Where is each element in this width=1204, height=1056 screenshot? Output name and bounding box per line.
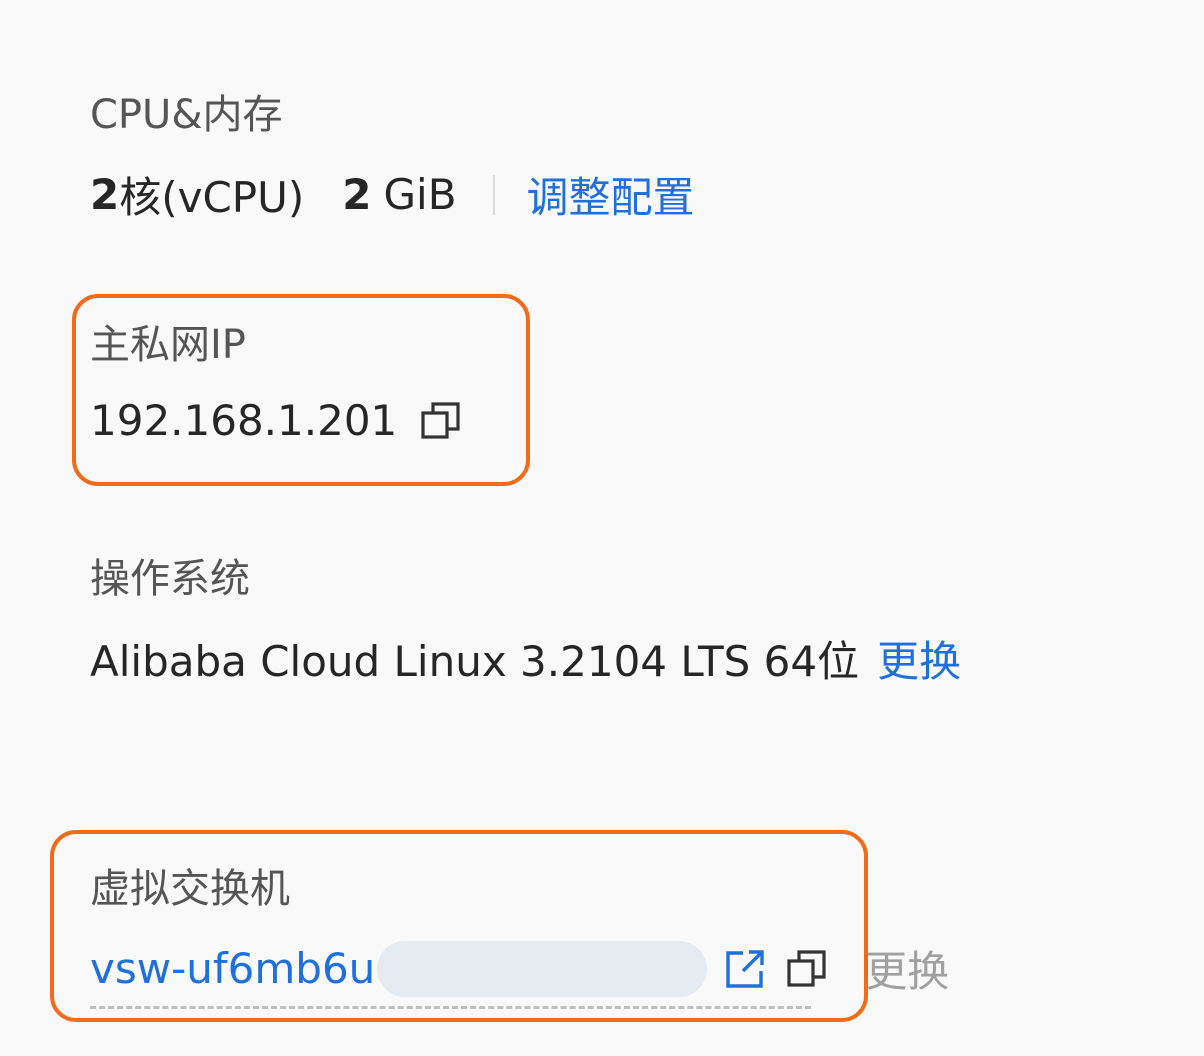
copy-icon[interactable] <box>419 399 463 443</box>
private-ip-label: 主私网IP <box>90 322 246 368</box>
os-change-link[interactable]: 更换 <box>877 628 961 689</box>
redacted-area <box>377 940 708 997</box>
cpu-memory-value: 2 核(vCPU) 2 GiB 调整配置 <box>90 164 695 225</box>
vswitch-row: vsw-uf6mb6u 更换 <box>90 938 949 1009</box>
private-ip-row: 192.168.1.201 <box>90 396 463 445</box>
vswitch-label: 虚拟交换机 <box>90 866 290 912</box>
copy-icon[interactable] <box>785 947 829 991</box>
private-ip-value: 192.168.1.201 <box>90 396 398 445</box>
adjust-config-link[interactable]: 调整配置 <box>527 164 695 225</box>
memory-unit: GiB <box>383 170 457 219</box>
vswitch-change-button[interactable]: 更换 <box>865 938 949 999</box>
os-value: Alibaba Cloud Linux 3.2104 LTS 64位 <box>90 637 860 686</box>
cpu-cores: 2 <box>90 170 120 219</box>
divider <box>492 174 495 215</box>
os-row: Alibaba Cloud Linux 3.2104 LTS 64位 更换 <box>90 628 961 689</box>
memory-size: 2 <box>342 170 372 219</box>
os-label: 操作系统 <box>90 556 250 602</box>
vswitch-id[interactable]: vsw-uf6mb6u <box>90 944 375 993</box>
cpu-memory-label: CPU&内存 <box>90 92 283 138</box>
dashed-underline <box>90 1005 812 1009</box>
external-link-icon[interactable] <box>723 947 767 991</box>
vswitch-link[interactable]: vsw-uf6mb6u <box>90 940 812 1009</box>
cpu-cores-unit: 核(vCPU) <box>119 173 305 222</box>
